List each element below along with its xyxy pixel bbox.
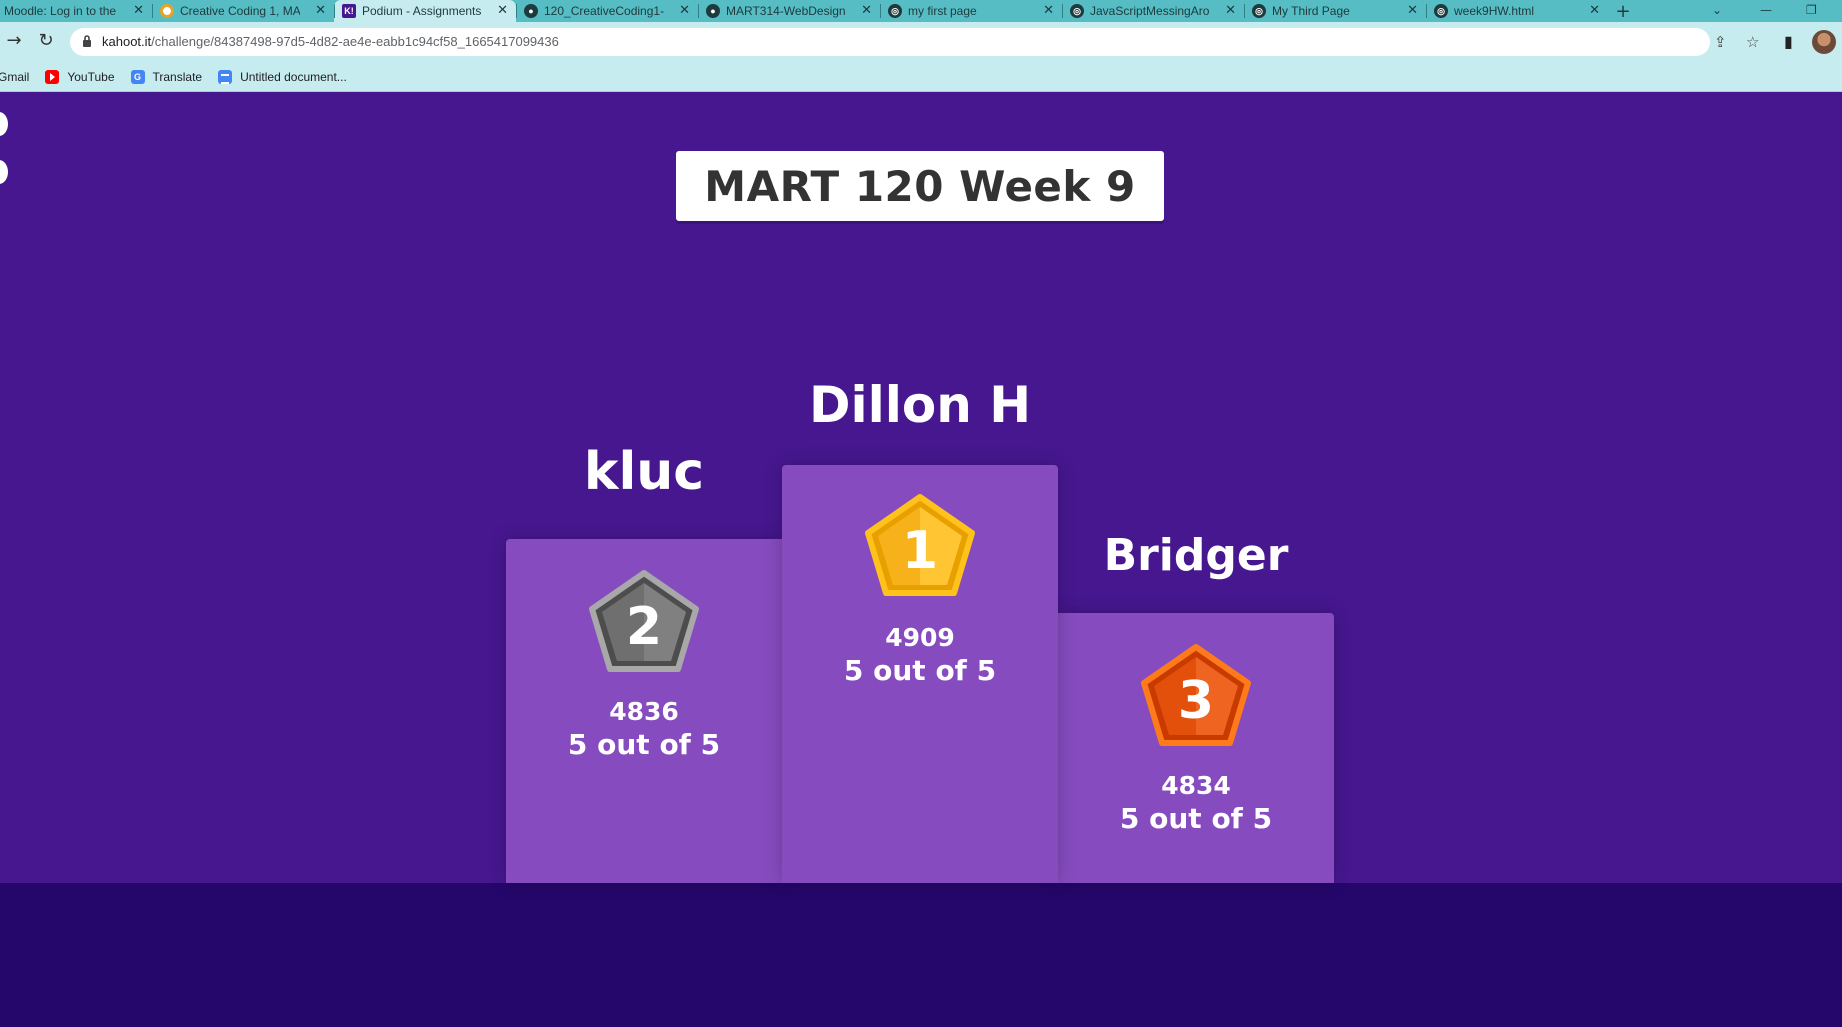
tab-github-creative[interactable]: ● 120_CreativeCoding1- ✕ <box>516 0 698 22</box>
tab-close-icon[interactable]: ✕ <box>133 2 144 18</box>
tab-javascript[interactable]: ◎ JavaScriptMessingAro ✕ <box>1062 0 1244 22</box>
tab-week9hw[interactable]: ◎ week9HW.html ✕ <box>1426 0 1608 22</box>
url-path: /challenge/84387498-97d5-4d82-ae4e-eabb1… <box>151 34 559 49</box>
tab-creative-coding[interactable]: Creative Coding 1, MA ✕ <box>152 0 334 22</box>
tab-label: Moodle: Log in to the <box>4 4 117 18</box>
tab-close-icon[interactable]: ✕ <box>1043 2 1054 18</box>
bookmarks-bar: Gmail YouTube G Translate Untitled docum… <box>0 62 1842 92</box>
player-name-third: Bridger <box>1103 530 1289 581</box>
tab-label: MART314-WebDesign <box>726 4 846 18</box>
bookmark-label: Gmail <box>0 69 30 84</box>
score-first: 4909 <box>885 623 955 652</box>
tab-close-icon[interactable]: ✕ <box>1589 2 1600 18</box>
tab-github-webdesign[interactable]: ● MART314-WebDesign ✕ <box>698 0 880 22</box>
correct-count-second: 5 out of 5 <box>567 728 721 761</box>
bookmark-star-icon[interactable]: ☆ <box>1746 33 1759 51</box>
tab-label: JavaScriptMessingAro <box>1090 4 1210 18</box>
new-tab-icon[interactable]: + <box>1608 0 1638 22</box>
lock-icon <box>83 35 91 47</box>
bronze-medal-icon: 3 <box>1141 644 1251 746</box>
medal-rank-first: 1 <box>902 521 938 581</box>
docs-icon <box>218 69 233 84</box>
tab-close-icon[interactable]: ✕ <box>861 2 872 18</box>
tab-label: My Third Page <box>1272 4 1350 18</box>
tab-close-icon[interactable]: ✕ <box>1407 2 1418 18</box>
youtube-icon <box>45 69 60 84</box>
globe-icon: ◎ <box>1070 4 1084 18</box>
url-host: kahoot.it <box>102 34 152 49</box>
tab-label: my first page <box>908 4 977 18</box>
player-name-first: Dillon H <box>808 376 1032 434</box>
globe-icon: ◎ <box>888 4 902 18</box>
bookmark-docs[interactable]: Untitled document... <box>218 69 347 84</box>
tab-label: week9HW.html <box>1454 4 1535 18</box>
translate-icon: G <box>130 69 145 84</box>
github-icon: ● <box>706 4 720 18</box>
quiz-title: MART 120 Week 9 <box>704 161 1136 211</box>
medal-rank-third: 3 <box>1178 671 1214 731</box>
github-icon: ● <box>524 4 538 18</box>
bookmark-label: Untitled document... <box>240 69 347 84</box>
tab-third-page[interactable]: ◎ My Third Page ✕ <box>1244 0 1426 22</box>
browser-toolbar: → ↻ kahoot.it/challenge/84387498-97d5-4d… <box>0 22 1842 62</box>
footer-band <box>0 883 1842 1027</box>
bookmark-label: YouTube <box>67 69 115 84</box>
reload-icon[interactable]: ↻ <box>36 31 56 51</box>
tab-label: Creative Coding 1, MA <box>180 4 300 18</box>
podium-pillar-second: 2 4836 5 out of 5 <box>506 539 782 883</box>
bookmark-translate[interactable]: G Translate <box>130 69 203 84</box>
tab-podium[interactable]: K! Podium - Assignments ✕ <box>334 0 516 22</box>
globe-icon: ◎ <box>1434 4 1448 18</box>
tab-moodle[interactable]: Moodle: Log in to the ✕ <box>0 0 152 22</box>
tab-close-icon[interactable]: ✕ <box>679 2 690 18</box>
correct-count-first: 5 out of 5 <box>843 654 997 687</box>
tab-label: 120_CreativeCoding1- <box>544 4 664 18</box>
address-bar[interactable]: kahoot.it/challenge/84387498-97d5-4d82-a… <box>70 28 1759 56</box>
side-panel-icon[interactable]: ▮ <box>1784 32 1793 51</box>
score-second: 4836 <box>609 697 679 726</box>
score-third: 4834 <box>1161 771 1231 800</box>
correct-count-third: 5 out of 5 <box>1119 802 1273 835</box>
restore-icon[interactable]: ❐ <box>1806 0 1817 22</box>
bookmark-youtube[interactable]: YouTube <box>45 69 115 84</box>
podium-pillar-third: 3 4834 5 out of 5 <box>1058 613 1334 883</box>
tab-close-icon[interactable]: ✕ <box>315 2 326 18</box>
url-text: kahoot.it/challenge/84387498-97d5-4d82-a… <box>102 28 559 56</box>
bookmark-gmail[interactable]: Gmail <box>0 70 29 84</box>
drive-icon <box>160 4 174 18</box>
player-name-second: kluc <box>583 442 705 502</box>
profile-avatar[interactable] <box>1812 30 1836 54</box>
gold-medal-icon: 1 <box>865 494 975 596</box>
tab-first-page[interactable]: ◎ my first page ✕ <box>880 0 1062 22</box>
kahoot-icon: K! <box>342 4 356 18</box>
medal-rank-second: 2 <box>626 597 662 657</box>
tab-label: Podium - Assignments <box>362 4 482 18</box>
bookmark-label: Translate <box>152 69 203 84</box>
tab-strip: Moodle: Log in to the ✕ Creative Coding … <box>0 0 1842 22</box>
tab-close-icon[interactable]: ✕ <box>1225 2 1236 18</box>
share-icon[interactable]: ⇪ <box>1714 33 1727 51</box>
podium-pillar-first: 1 4909 5 out of 5 <box>782 465 1058 883</box>
tab-search-icon[interactable]: ⌄ <box>1712 0 1722 22</box>
quiz-title-card: MART 120 Week 9 <box>676 151 1164 221</box>
forward-icon[interactable]: → <box>4 31 24 51</box>
globe-icon: ◎ <box>1252 4 1266 18</box>
tab-close-icon[interactable]: ✕ <box>497 2 508 18</box>
minimize-icon[interactable]: — <box>1760 0 1772 22</box>
silver-medal-icon: 2 <box>589 570 699 672</box>
